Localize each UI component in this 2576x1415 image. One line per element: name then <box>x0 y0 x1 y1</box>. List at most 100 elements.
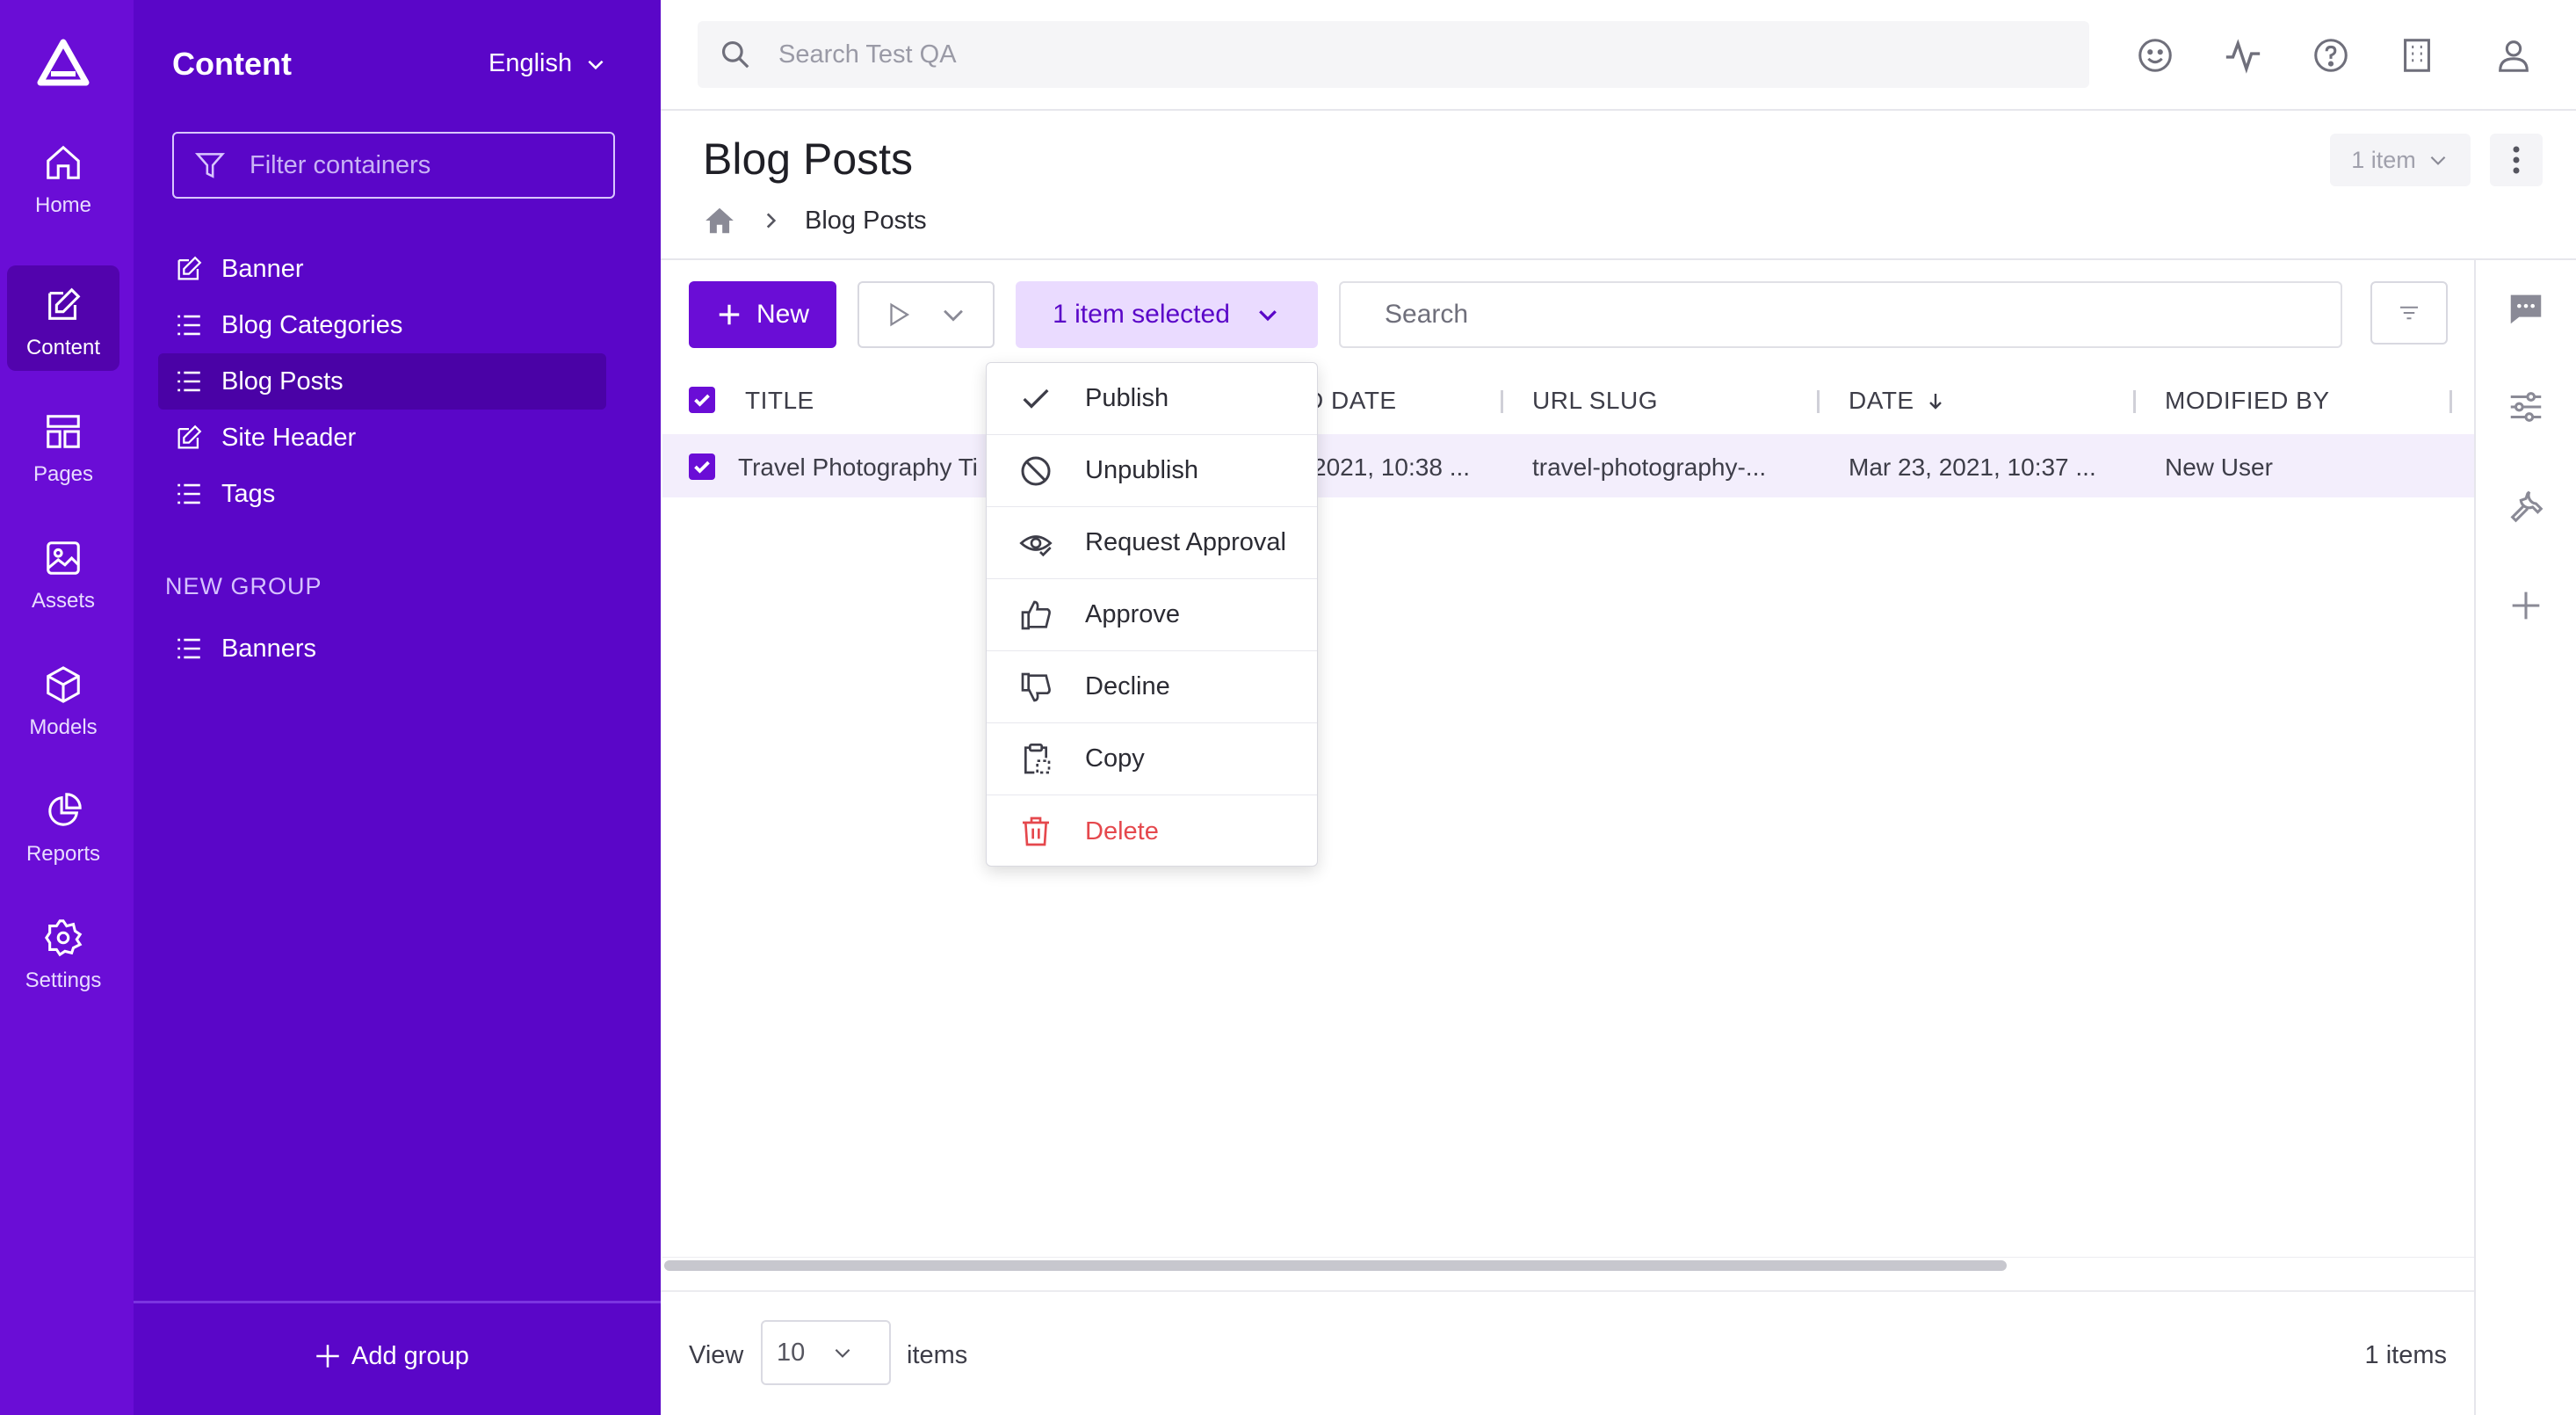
wrench-icon[interactable] <box>2506 485 2546 526</box>
page-size-value: 10 <box>777 1338 806 1367</box>
chevron-down-icon <box>835 1348 850 1358</box>
nav-item-site-header[interactable]: Site Header <box>158 410 606 466</box>
help-icon[interactable] <box>2311 35 2351 76</box>
check-icon <box>1023 388 1049 409</box>
image-icon <box>47 541 80 575</box>
logo-icon[interactable] <box>35 35 91 91</box>
rail-item-reports[interactable]: Reports <box>7 772 119 877</box>
column-separator[interactable] <box>2449 390 2452 413</box>
menu-item-publish[interactable]: Publish <box>987 363 1317 435</box>
rail-item-assets[interactable]: Assets <box>7 519 119 624</box>
edit-icon <box>48 287 81 320</box>
nav-item-blog-posts[interactable]: Blog Posts <box>158 353 606 410</box>
more-options-icon[interactable] <box>2490 134 2543 186</box>
filter-containers-input[interactable]: Filter containers <box>172 132 615 199</box>
home-icon[interactable] <box>703 204 736 237</box>
breadcrumb: Blog Posts <box>703 204 927 237</box>
list-icon <box>177 315 200 336</box>
global-search-input[interactable]: Search Test QA <box>698 21 2089 88</box>
cell-d-date: 2021, 10:38 ... <box>1313 454 1471 481</box>
menu-item-unpublish[interactable]: Unpublish <box>987 435 1317 507</box>
rail-item-pages[interactable]: Pages <box>7 392 119 497</box>
gear-icon <box>44 919 83 957</box>
home-icon <box>47 145 80 179</box>
column-separator[interactable] <box>2133 390 2136 413</box>
nav-item-label: Tags <box>221 479 276 508</box>
plus-icon <box>719 304 740 325</box>
column-header-modified-by[interactable]: MODIFIED BY <box>2165 387 2330 415</box>
column-header-d-date[interactable]: D DATE <box>1306 387 1397 415</box>
thumbs-up-icon <box>1021 600 1051 629</box>
column-separator[interactable] <box>1501 390 1503 413</box>
rail-item-content[interactable]: Content <box>7 265 119 371</box>
selection-label: 1 item selected <box>1053 300 1230 329</box>
nav-item-banner[interactable]: Banner <box>158 241 606 297</box>
items-count-label: 1 item <box>2351 146 2416 173</box>
filter-button[interactable] <box>2370 281 2448 345</box>
rail-item-label: Content <box>25 336 101 359</box>
list-icon <box>177 371 200 392</box>
plus-icon[interactable] <box>2506 585 2546 626</box>
menu-item-approve[interactable]: Approve <box>987 579 1317 651</box>
menu-item-label: Request Approval <box>1085 528 1286 556</box>
cube-icon <box>47 666 80 703</box>
rail-item-label: Settings <box>25 969 102 992</box>
selection-actions-menu: Publish Unpublish Request Approval Appro… <box>986 362 1318 867</box>
workflow-run-button[interactable] <box>857 281 995 348</box>
content-panel: Content English Filter containers Banner… <box>134 0 661 1415</box>
chevron-down-icon <box>1258 310 1277 322</box>
horizontal-scrollbar[interactable] <box>664 1260 2007 1271</box>
arrow-down-icon <box>1928 394 1942 410</box>
nav-item-banners[interactable]: Banners <box>158 620 606 677</box>
sliders-icon[interactable] <box>2506 387 2546 427</box>
row-checkbox[interactable] <box>689 454 715 480</box>
clipboard-copy-icon <box>1024 743 1051 773</box>
menu-item-copy[interactable]: Copy <box>987 723 1317 795</box>
panel-divider <box>134 1301 661 1303</box>
list-icon <box>177 483 200 504</box>
activity-icon[interactable] <box>2223 35 2263 76</box>
breadcrumb-current: Blog Posts <box>805 206 927 235</box>
column-header-date[interactable]: DATE <box>1849 387 1946 415</box>
smile-icon[interactable] <box>2135 35 2175 76</box>
rail-item-models[interactable]: Models <box>7 645 119 751</box>
filter-icon <box>194 153 226 178</box>
building-icon[interactable] <box>2397 35 2437 76</box>
page-size-select[interactable]: 10 <box>761 1320 891 1385</box>
column-header-url-slug[interactable]: URL SLUG <box>1532 387 1658 415</box>
menu-item-decline[interactable]: Decline <box>987 651 1317 723</box>
nav-item-tags[interactable]: Tags <box>158 466 606 522</box>
layout-icon <box>47 415 80 448</box>
comment-icon[interactable] <box>2506 288 2546 329</box>
items-count-select[interactable]: 1 item <box>2330 134 2471 186</box>
language-select[interactable]: English <box>488 49 607 78</box>
column-header-date-label: DATE <box>1849 387 1914 414</box>
cell-url-slug: travel-photography-... <box>1532 454 1767 481</box>
nav-item-label: Blog Posts <box>221 366 344 395</box>
nav-item-label: Banner <box>221 254 304 283</box>
menu-item-request-approval[interactable]: Request Approval <box>987 507 1317 579</box>
add-group-button[interactable]: Add group <box>313 1341 469 1371</box>
user-icon[interactable] <box>2493 35 2534 76</box>
cell-title[interactable]: Travel Photography Ti <box>738 454 978 482</box>
nav-item-blog-categories[interactable]: Blog Categories <box>158 297 606 353</box>
menu-item-label: Decline <box>1085 672 1170 700</box>
menu-item-delete[interactable]: Delete <box>987 795 1317 867</box>
chevron-down-icon <box>588 60 604 69</box>
select-all-checkbox[interactable] <box>689 387 715 413</box>
menu-item-label: Unpublish <box>1085 456 1198 484</box>
chevron-down-icon <box>944 309 963 322</box>
rail-item-home[interactable]: Home <box>7 123 119 229</box>
app-rail: Home Content Pages Assets Models Reports… <box>0 0 134 1415</box>
new-button[interactable]: New <box>689 281 836 348</box>
column-separator[interactable] <box>1817 390 1820 413</box>
column-header-title[interactable]: TITLE <box>745 387 814 415</box>
chevron-down-icon <box>2430 156 2446 165</box>
rail-item-settings[interactable]: Settings <box>7 898 119 1004</box>
rail-item-label: Assets <box>31 589 96 613</box>
grid-search-input[interactable]: Search <box>1339 281 2342 348</box>
new-button-label: New <box>756 300 809 329</box>
menu-item-label: Copy <box>1085 744 1145 773</box>
selection-actions-button[interactable]: 1 item selected <box>1016 281 1318 348</box>
footer-divider <box>661 1290 2474 1292</box>
